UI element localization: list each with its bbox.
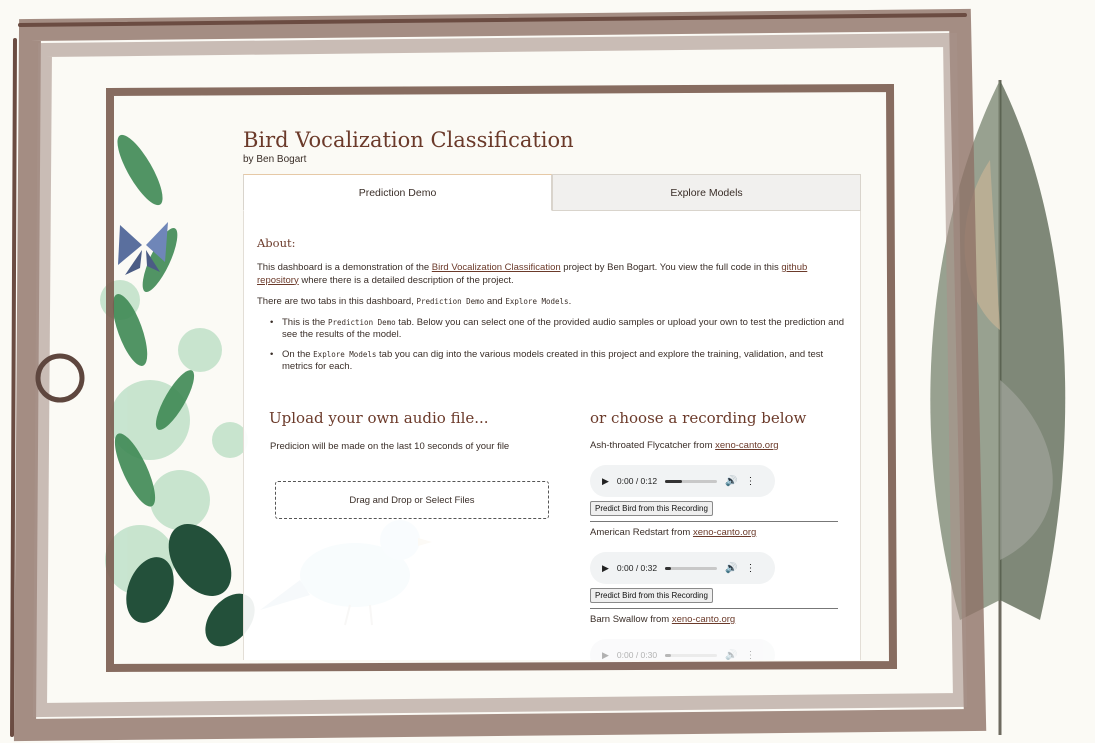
- audio-time: 0:00 / 0:30: [616, 650, 658, 660]
- audio-progress-fill: [665, 479, 683, 483]
- audio-progress-fill: [665, 653, 672, 657]
- tab-explore-models[interactable]: Explore Models: [552, 174, 861, 211]
- recording-item: Ash-throated Flycatcher from xeno-canto.…: [590, 440, 838, 522]
- audio-player[interactable]: ▶ 0:00 / 0:12 🔊 ⋮: [590, 465, 775, 497]
- predict-bird-button[interactable]: Predict Bird from this Recording: [590, 501, 713, 516]
- list-item-text: On the: [282, 349, 314, 360]
- file-dropzone[interactable]: Drag and Drop or Select Files: [275, 481, 549, 519]
- audio-player[interactable]: ▶ 0:00 / 0:32 🔊 ⋮: [590, 552, 775, 584]
- project-link[interactable]: Bird Vocalization Classification: [432, 262, 561, 273]
- code-explore-models: Explore Models: [505, 297, 569, 306]
- volume-icon[interactable]: 🔊: [725, 476, 737, 487]
- predict-bird-button[interactable]: Predict Bird from this Recording: [590, 588, 713, 603]
- about-text: project by Ben Bogart. You view the full…: [560, 262, 782, 273]
- about-text: This dashboard is a demonstration of the: [257, 262, 432, 273]
- divider: [590, 521, 838, 522]
- recording-item: Barn Swallow from xeno-canto.org ▶ 0:00 …: [590, 614, 838, 660]
- about-bullet-list: This is the Prediction Demo tab. Below y…: [270, 317, 850, 381]
- list-item: On the Explore Models tab you can dig in…: [270, 349, 850, 373]
- page-title: Bird Vocalization Classification: [243, 128, 574, 152]
- recordings-heading: or choose a recording below: [590, 409, 807, 427]
- audio-progress-slider[interactable]: [665, 653, 718, 657]
- about-text: and: [484, 296, 506, 307]
- play-icon[interactable]: ▶: [602, 563, 609, 574]
- bird-name: American Redstart from: [590, 527, 693, 538]
- code-prediction-demo: Prediction Demo: [416, 297, 485, 306]
- more-vert-icon[interactable]: ⋮: [746, 563, 756, 574]
- more-vert-icon[interactable]: ⋮: [746, 476, 756, 487]
- tabs-description: There are two tabs in this dashboard, Pr…: [257, 296, 847, 307]
- recording-label: American Redstart from xeno-canto.org: [590, 527, 838, 541]
- audio-progress-fill: [665, 566, 672, 570]
- about-text: where there is a detailed description of…: [298, 274, 514, 286]
- upload-subtext: Predicion will be made on the last 10 se…: [270, 441, 510, 452]
- recording-label: Ash-throated Flycatcher from xeno-canto.…: [590, 440, 838, 454]
- xeno-canto-link[interactable]: xeno-canto.org: [693, 527, 756, 538]
- code-explore-models: Explore Models: [313, 350, 377, 359]
- tab-prediction-demo[interactable]: Prediction Demo: [243, 174, 552, 211]
- audio-time: 0:00 / 0:12: [616, 476, 658, 486]
- audio-progress-slider[interactable]: [665, 479, 718, 483]
- list-item-text: This is the: [282, 317, 328, 328]
- xeno-canto-link[interactable]: xeno-canto.org: [715, 440, 778, 451]
- audio-time: 0:00 / 0:32: [616, 563, 658, 573]
- audio-player[interactable]: ▶ 0:00 / 0:30 🔊 ⋮: [590, 639, 775, 660]
- upload-heading: Upload your own audio file...: [269, 409, 489, 427]
- divider: [590, 608, 838, 609]
- list-item: This is the Prediction Demo tab. Below y…: [270, 317, 850, 341]
- audio-progress-slider[interactable]: [665, 566, 718, 570]
- dashboard-screen: Bird Vocalization Classification by Ben …: [118, 100, 883, 660]
- about-heading: About:: [257, 236, 296, 250]
- bird-name: Barn Swallow from: [590, 614, 672, 625]
- play-icon[interactable]: ▶: [602, 476, 609, 487]
- tab-bar: Prediction Demo Explore Models: [243, 174, 861, 211]
- code-prediction-demo: Prediction Demo: [327, 318, 396, 327]
- volume-icon[interactable]: 🔊: [725, 650, 737, 661]
- recording-item: American Redstart from xeno-canto.org ▶ …: [590, 527, 838, 609]
- about-text: There are two tabs in this dashboard,: [257, 296, 417, 307]
- bird-name: Ash-throated Flycatcher from: [590, 440, 716, 451]
- tab-content-panel: About: This dashboard is a demonstration…: [243, 211, 861, 660]
- author-byline: by Ben Bogart: [243, 154, 307, 165]
- volume-icon[interactable]: 🔊: [725, 563, 737, 574]
- about-text: .: [568, 296, 572, 307]
- recording-label: Barn Swallow from xeno-canto.org: [590, 614, 838, 628]
- xeno-canto-link[interactable]: xeno-canto.org: [672, 614, 735, 625]
- play-icon[interactable]: ▶: [602, 650, 609, 661]
- about-description: This dashboard is a demonstration of the…: [257, 262, 847, 287]
- more-vert-icon[interactable]: ⋮: [746, 650, 756, 661]
